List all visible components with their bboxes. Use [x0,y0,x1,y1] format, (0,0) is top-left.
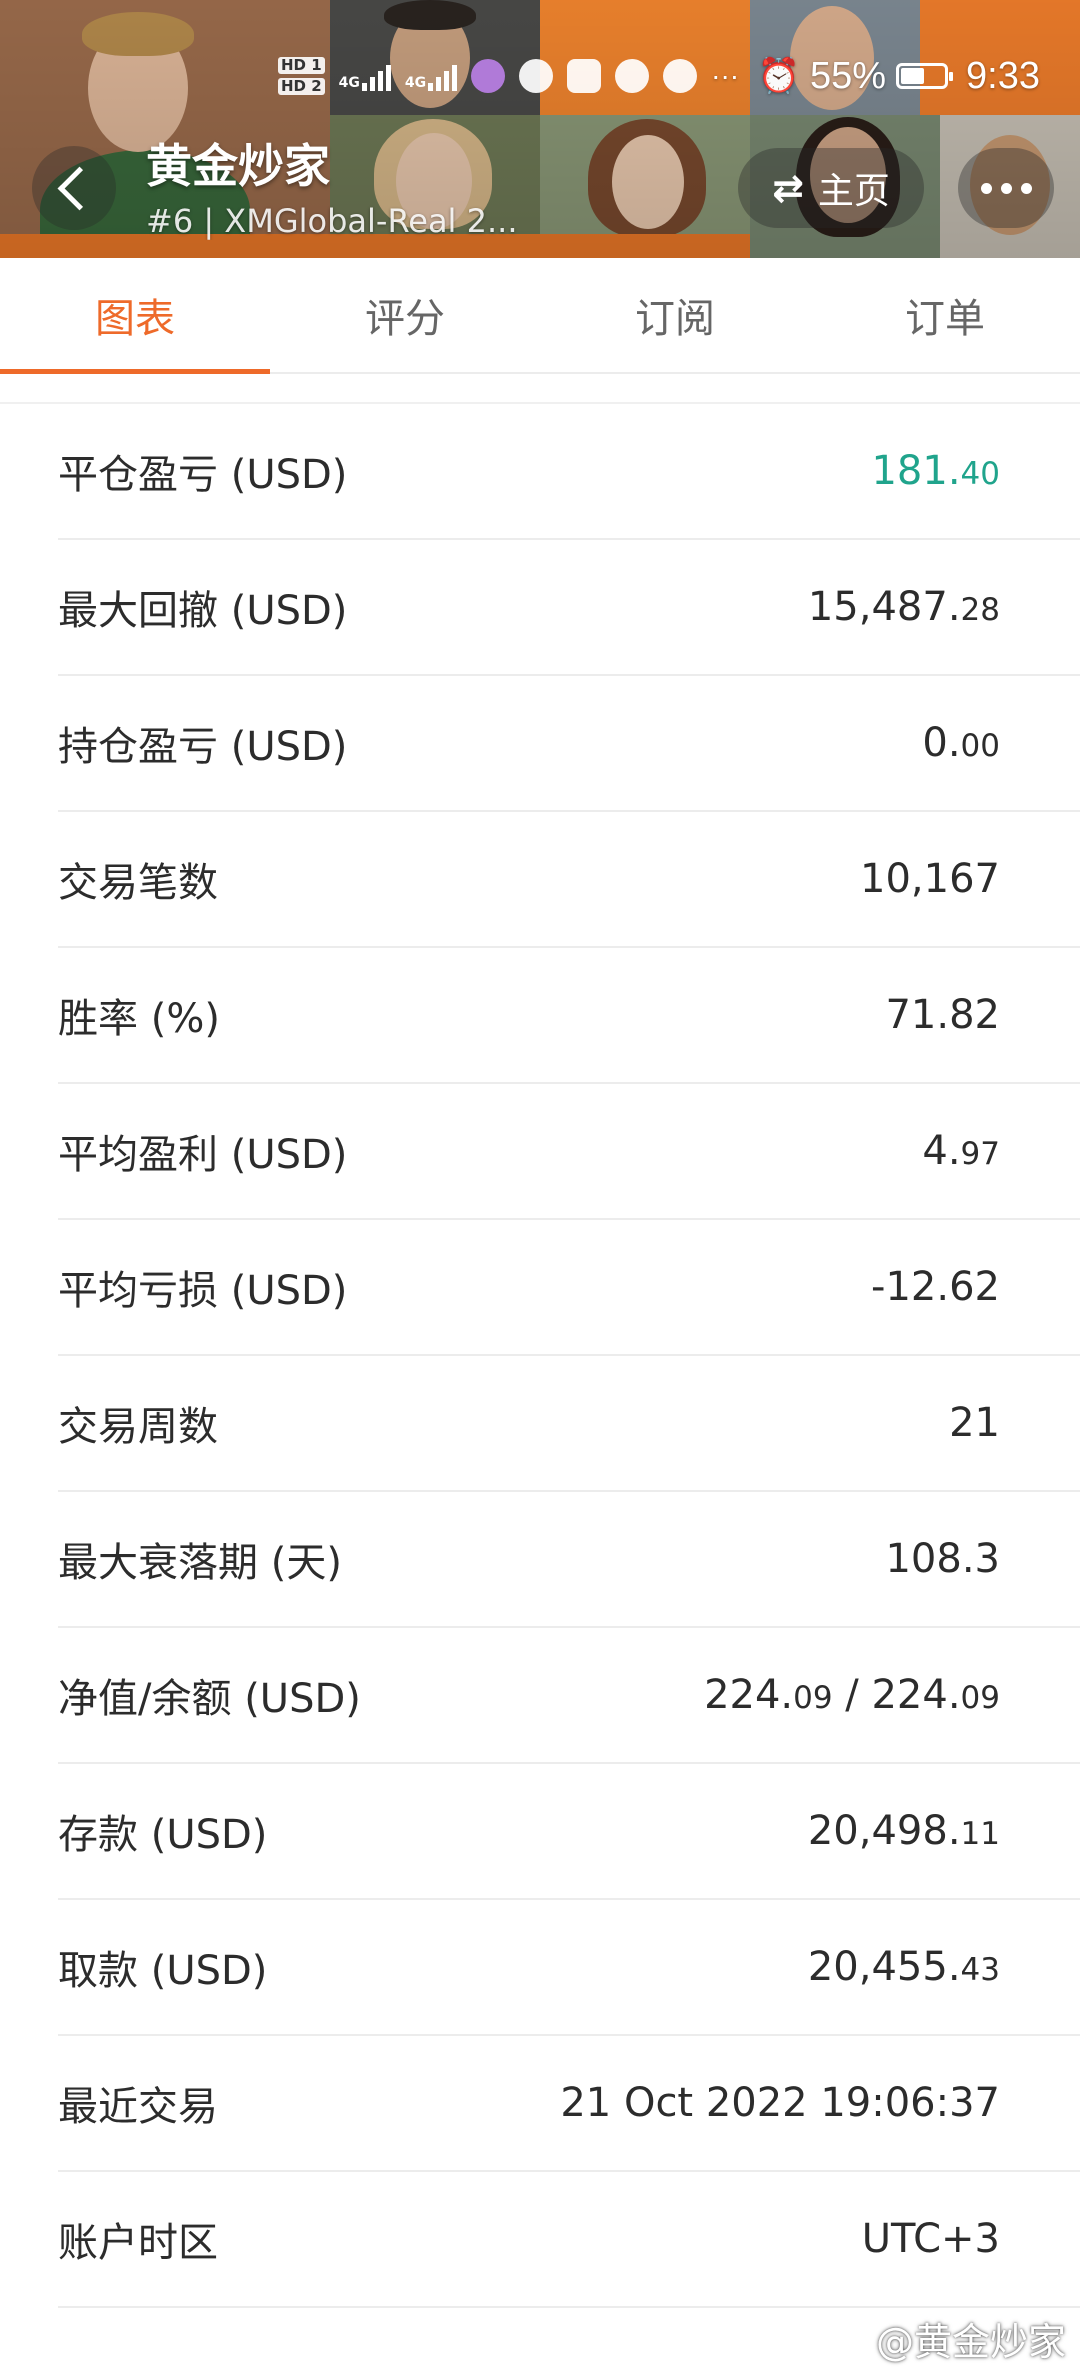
compass-icon [615,59,650,93]
stat-value: 20,455.43 [807,1944,1000,1990]
hd1-indicator: HD 1 [278,57,325,74]
watermark: @黄金炒家 [875,2320,1066,2364]
stat-label: 最近交易 [58,2084,218,2130]
account-subtitle: #6 | XMGlobal-Real 2... [146,202,518,240]
tab-subscribe[interactable]: 订阅 [540,258,810,372]
signal-strength-icon [428,61,458,91]
list-item: 平均盈利 (USD) 4.97 [58,1084,1080,1220]
app-notification-icon [471,59,506,93]
alarm-icon: ⏰ [757,57,800,95]
status-bar-right: ⏰ 55% 9:33 [758,48,1040,104]
more-notifications-icon: ··· [711,60,740,91]
tab-chart[interactable]: 图表 [0,258,270,374]
stat-value: 224.09 / 224.09 [704,1672,1000,1718]
list-item: 存款 (USD) 20,498.11 [58,1764,1080,1900]
stat-value: 20,498.11 [807,1808,1000,1854]
clock: 9:33 [966,54,1040,97]
stat-label: 胜率 (%) [58,996,220,1042]
home-button-label: 主页 [817,171,890,212]
tab-rating[interactable]: 评分 [270,258,540,372]
stat-value: 4.97 [922,1128,1000,1174]
shopping-bag-icon [567,59,602,93]
stat-value: 10,167 [860,856,1000,902]
stat-value: UTC+3 [861,2216,1000,2262]
stat-label: 账户时区 [58,2220,218,2266]
stat-value: 0.00 [922,720,1000,766]
stat-value: 181.40 [871,448,1000,494]
list-item: 平均亏损 (USD) -12.62 [58,1220,1080,1356]
tab-orders[interactable]: 订单 [810,258,1080,372]
status-bar-left: HD 1 HD 2 4G 4G ··· [278,48,739,104]
stat-value: 21 [949,1400,1000,1446]
stat-label: 存款 (USD) [58,1812,268,1858]
stat-label: 净值/余额 (USD) [58,1676,361,1722]
stat-label: 取款 (USD) [58,1948,268,1994]
list-item: 交易笔数 10,167 [58,812,1080,948]
stat-label: 平均亏损 (USD) [58,1268,348,1314]
list-item: 取款 (USD) 20,455.43 [58,1900,1080,2036]
home-button[interactable]: ⇄ 主页 [738,148,924,228]
shield-check-icon [663,59,698,93]
signal-strength-icon [361,61,391,91]
stat-label: 平均盈利 (USD) [58,1132,348,1178]
list-item: 平仓盈亏 (USD) 181.40 [58,404,1080,540]
list-item: 最大衰落期 (天) 108.3 [58,1492,1080,1628]
swap-arrows-icon: ⇄ [772,166,804,210]
stat-value: 15,487.28 [807,584,1000,630]
network-type-1: 4G [338,75,360,91]
stat-label: 交易笔数 [58,860,218,906]
hd2-indicator: HD 2 [278,78,325,95]
stat-label: 最大衰落期 (天) [58,1540,342,1586]
list-item: 胜率 (%) 71.82 [58,948,1080,1084]
chat-bubble-icon [519,59,554,93]
stat-value: -12.62 [871,1264,1000,1310]
section-divider [0,374,1080,404]
back-button[interactable] [32,146,116,230]
battery-percent: 55% [809,54,887,97]
stat-label: 交易周数 [58,1404,218,1450]
more-dots-icon [980,182,992,194]
stat-label: 最大回撤 (USD) [58,588,348,634]
more-options-button[interactable] [958,148,1054,228]
list-item: 最大回撤 (USD) 15,487.28 [58,540,1080,676]
stat-value: 71.82 [885,992,1000,1038]
page-title: 黄金炒家 [146,139,330,193]
battery-icon [896,63,954,89]
list-item: 持仓盈亏 (USD) 0.00 [58,676,1080,812]
list-item: 交易周数 21 [58,1356,1080,1492]
profile-header: HD 1 HD 2 4G 4G ··· ⏰ 55% 9:33 黄金炒家 #6 |… [0,0,1080,258]
network-type-2: 4G [404,75,427,91]
list-item: 账户时区 UTC+3 [58,2172,1080,2308]
stat-label: 持仓盈亏 (USD) [58,724,348,770]
list-item: 最近交易 21 Oct 2022 19:06:37 [58,2036,1080,2172]
list-item: 净值/余额 (USD) 224.09 / 224.09 [58,1628,1080,1764]
stat-label: 平仓盈亏 (USD) [58,452,348,498]
chevron-left-icon [57,166,101,210]
stats-list: 平仓盈亏 (USD) 181.40 最大回撤 (USD) 15,487.28 持… [58,404,1080,2308]
stat-value: 21 Oct 2022 19:06:37 [560,2080,1000,2126]
stat-value: 108.3 [885,1536,1000,1582]
tab-bar: 图表 评分 订阅 订单 [0,258,1080,374]
